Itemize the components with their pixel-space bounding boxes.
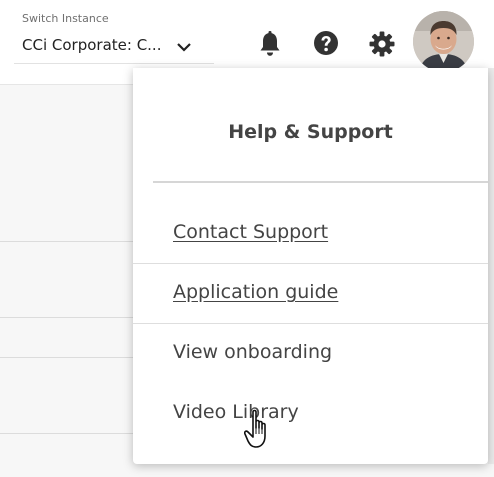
menu-separator bbox=[133, 263, 488, 264]
panel-title: Help & Support bbox=[228, 121, 393, 143]
instance-switcher-value[interactable]: CCi Corporate: C... bbox=[22, 36, 161, 54]
help-support-panel: Help & Support Contact Support Applicati… bbox=[133, 68, 488, 464]
gear-icon[interactable] bbox=[367, 29, 397, 59]
instance-switcher-label: Switch Instance bbox=[22, 12, 109, 25]
content-row-divider bbox=[0, 317, 135, 318]
menu-separator bbox=[133, 323, 488, 324]
hand-pointer-cursor-icon bbox=[244, 409, 266, 448]
video-library-item[interactable]: Video Library bbox=[173, 401, 299, 423]
content-row-divider bbox=[0, 357, 135, 358]
help-icon[interactable] bbox=[311, 29, 341, 59]
scrollbar[interactable] bbox=[488, 68, 494, 464]
application-guide-link[interactable]: Application guide bbox=[173, 281, 338, 303]
bell-icon[interactable] bbox=[255, 29, 285, 59]
instance-switcher[interactable]: Switch Instance CCi Corporate: C... bbox=[14, 8, 214, 64]
contact-support-link[interactable]: Contact Support bbox=[173, 221, 328, 243]
chevron-down-icon[interactable] bbox=[176, 41, 192, 53]
avatar[interactable] bbox=[413, 11, 474, 72]
avatar-photo bbox=[413, 11, 474, 72]
content-row-divider bbox=[0, 241, 135, 242]
panel-title-divider bbox=[153, 181, 488, 183]
content-row-divider bbox=[0, 433, 135, 434]
view-onboarding-item[interactable]: View onboarding bbox=[173, 341, 332, 363]
